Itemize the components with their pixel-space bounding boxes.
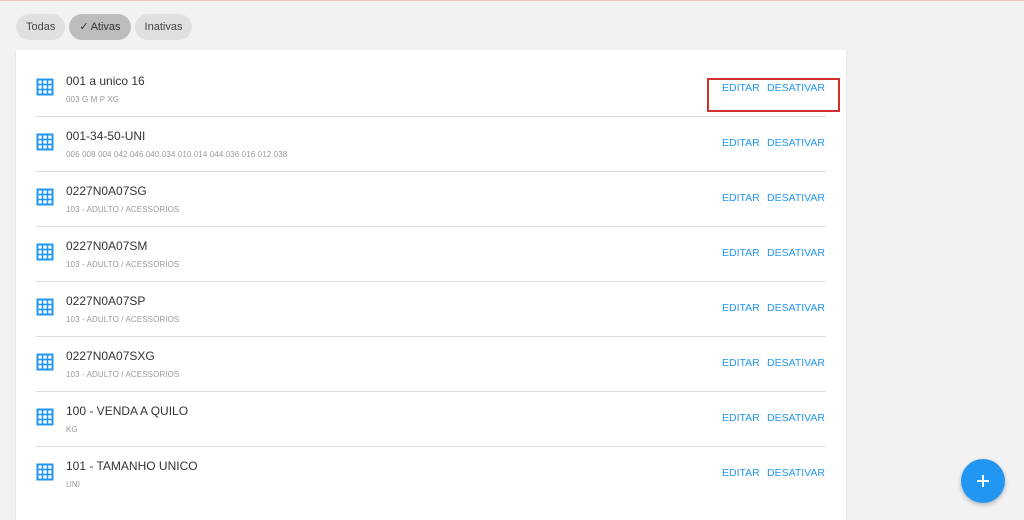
edit-button[interactable]: EDITAR: [722, 137, 760, 149]
grid-table-icon: [36, 463, 54, 481]
item-title: 001-34-50-UNI: [66, 129, 146, 143]
deactivate-button[interactable]: DESATIVAR: [767, 412, 825, 424]
grid-table-icon: [36, 133, 54, 151]
filter-chips: Todas ✓ Ativas Inativas: [16, 14, 193, 40]
grid-table-icon: [36, 353, 54, 371]
list-item: 001-34-50-UNI 006 008 004 042 046 040 03…: [36, 117, 826, 172]
filter-chip-todas[interactable]: Todas: [16, 14, 66, 40]
edit-button[interactable]: EDITAR: [722, 247, 760, 259]
item-title: 0227N0A07SP: [66, 294, 146, 308]
list-item: 0227N0A07SM 103 - ADULTO / ACESSORIOS ED…: [36, 227, 826, 282]
item-title: 100 - VENDA A QUILO: [66, 404, 189, 418]
item-subtitle: 103 - ADULTO / ACESSORIOS: [66, 315, 180, 324]
item-subtitle: 006 008 004 042 046 040 034 010 014 044 …: [66, 150, 288, 159]
deactivate-button[interactable]: DESATIVAR: [767, 467, 825, 479]
item-title: 0227N0A07SXG: [66, 349, 155, 363]
deactivate-button[interactable]: DESATIVAR: [767, 192, 825, 204]
item-title: 001 a unico 16: [66, 74, 145, 88]
grid-table-icon: [36, 188, 54, 206]
list-item: 0227N0A07SG 103 - ADULTO / ACESSORIOS ED…: [36, 172, 826, 227]
item-subtitle: KG: [66, 425, 78, 434]
item-title: 0227N0A07SG: [66, 184, 147, 198]
add-button[interactable]: [961, 459, 1005, 503]
deactivate-button[interactable]: DESATIVAR: [767, 302, 825, 314]
list-item: 0227N0A07SXG 103 - ADULTO / ACESSORIOS E…: [36, 337, 826, 392]
grid-table-icon: [36, 298, 54, 316]
check-icon: ✓: [79, 21, 89, 33]
item-title: 0227N0A07SM: [66, 239, 148, 253]
item-subtitle: 103 - ADULTO / ACESSORIOS: [66, 205, 180, 214]
filter-chip-ativas[interactable]: ✓ Ativas: [69, 14, 131, 40]
filter-chip-inativas[interactable]: Inativas: [134, 14, 193, 40]
edit-button[interactable]: EDITAR: [722, 357, 760, 369]
grid-table-icon: [36, 78, 54, 96]
item-title: 101 - TAMANHO UNICO: [66, 459, 198, 473]
edit-button[interactable]: EDITAR: [722, 467, 760, 479]
top-divider: [0, 0, 1024, 3]
list-item: 0227N0A07SP 103 - ADULTO / ACESSORIOS ED…: [36, 282, 826, 337]
grade-list-card: 001 a unico 16 003 G M P XG EDITAR DESAT…: [16, 50, 846, 520]
item-subtitle: 103 - ADULTO / ACESSORIOS: [66, 370, 180, 379]
item-subtitle: 003 G M P XG: [66, 95, 120, 104]
edit-button[interactable]: EDITAR: [722, 192, 760, 204]
item-subtitle: UNI: [66, 480, 81, 489]
highlight-box: [707, 78, 840, 112]
edit-button[interactable]: EDITAR: [722, 412, 760, 424]
deactivate-button[interactable]: DESATIVAR: [767, 357, 825, 369]
edit-button[interactable]: EDITAR: [722, 302, 760, 314]
grid-table-icon: [36, 243, 54, 261]
list-item: 101 - TAMANHO UNICO UNI EDITAR DESATIVAR: [36, 447, 826, 502]
grid-table-icon: [36, 408, 54, 426]
filter-chip-ativas-label: Ativas: [90, 21, 121, 33]
deactivate-button[interactable]: DESATIVAR: [767, 247, 825, 259]
item-subtitle: 103 - ADULTO / ACESSORIOS: [66, 260, 180, 269]
deactivate-button[interactable]: DESATIVAR: [767, 137, 825, 149]
list-item: 100 - VENDA A QUILO KG EDITAR DESATIVAR: [36, 392, 826, 447]
